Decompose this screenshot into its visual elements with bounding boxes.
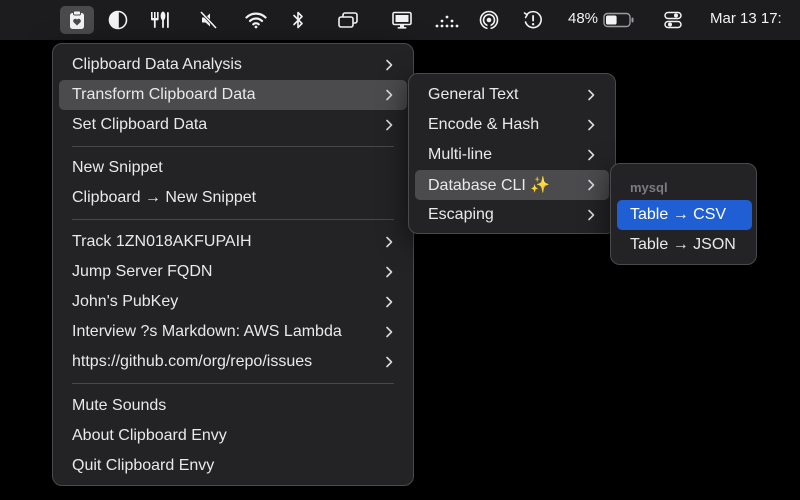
chevron-right-icon xyxy=(588,179,595,191)
chevron-right-icon xyxy=(386,356,393,368)
transform-submenu: General Text Encode & Hash Multi-line Da… xyxy=(408,73,616,234)
submenu-item-encode-hash[interactable]: Encode & Hash xyxy=(415,110,609,140)
desktop: 48% Mar 13 17: Clipboard Data Analysis T… xyxy=(0,0,800,500)
utensils-icon[interactable] xyxy=(146,6,174,34)
date-time: Mar 13 17: xyxy=(710,10,782,27)
menu-separator xyxy=(72,146,394,147)
submenu-item-general-text[interactable]: General Text xyxy=(415,80,609,110)
battery-icon[interactable] xyxy=(602,6,636,34)
contrast-circle-icon[interactable] xyxy=(104,6,132,34)
menu-item-interview-markdown[interactable]: Interview ?s Markdown: AWS Lambda xyxy=(59,317,407,347)
submenu-item-escaping[interactable]: Escaping xyxy=(415,200,609,230)
chevron-right-icon xyxy=(588,209,595,221)
menu-item-set-clipboard-data[interactable]: Set Clipboard Data xyxy=(59,110,407,140)
menu-item-jump-server[interactable]: Jump Server FQDN xyxy=(59,257,407,287)
menu-item-github-issues[interactable]: https://github.com/org/repo/issues xyxy=(59,347,407,377)
bluetooth-icon[interactable] xyxy=(288,6,308,34)
chevron-right-icon xyxy=(588,149,595,161)
menu-bar: 48% Mar 13 17: xyxy=(0,0,800,40)
chevron-right-icon xyxy=(588,119,595,131)
chevron-right-icon xyxy=(386,119,393,131)
section-header-mysql: mysql xyxy=(630,180,668,195)
menu-item-track-package[interactable]: Track 1ZN018AKFUPAIH xyxy=(59,227,407,257)
database-cli-submenu: mysql Table → CSV Table → JSON xyxy=(610,163,757,265)
control-center-icon[interactable] xyxy=(660,6,686,34)
display-icon[interactable] xyxy=(388,6,416,34)
chevron-right-icon xyxy=(386,266,393,278)
menu-item-transform-clipboard-data[interactable]: Transform Clipboard Data xyxy=(59,80,407,110)
wifi-icon[interactable] xyxy=(242,6,270,34)
chevron-right-icon xyxy=(386,236,393,248)
menu-item-about[interactable]: About Clipboard Envy xyxy=(59,421,407,451)
chevron-right-icon xyxy=(386,59,393,71)
menu-item-clipboard-to-new-snippet[interactable]: Clipboard → New Snippet xyxy=(59,183,407,213)
battery-percent: 48% xyxy=(568,10,599,27)
menu-item-mute-sounds[interactable]: Mute Sounds xyxy=(59,391,407,421)
clock-alert-icon[interactable] xyxy=(520,6,546,34)
chevron-right-icon xyxy=(386,296,393,308)
chevron-right-icon xyxy=(386,326,393,338)
menu-item-new-snippet[interactable]: New Snippet xyxy=(59,153,407,183)
dots-loader-icon[interactable] xyxy=(432,6,462,34)
menu-separator xyxy=(72,219,394,220)
submenu-item-database-cli[interactable]: Database CLI ✨ xyxy=(415,170,609,200)
windows-icon[interactable] xyxy=(334,6,362,34)
menu-item-johns-pubkey[interactable]: John's PubKey xyxy=(59,287,407,317)
mute-icon[interactable] xyxy=(196,6,222,34)
submenu-item-table-to-json[interactable]: Table → JSON xyxy=(617,230,752,260)
airdrop-icon[interactable] xyxy=(476,6,502,34)
chevron-right-icon xyxy=(386,89,393,101)
clipboard-envy-icon[interactable] xyxy=(60,6,94,34)
menu-item-quit[interactable]: Quit Clipboard Envy xyxy=(59,451,407,481)
clipboard-envy-menu: Clipboard Data Analysis Transform Clipbo… xyxy=(52,43,414,486)
menu-item-clipboard-data-analysis[interactable]: Clipboard Data Analysis xyxy=(59,50,407,80)
submenu-item-multi-line[interactable]: Multi-line xyxy=(415,140,609,170)
chevron-right-icon xyxy=(588,89,595,101)
menu-separator xyxy=(72,383,394,384)
submenu-item-table-to-csv[interactable]: Table → CSV xyxy=(617,200,752,230)
